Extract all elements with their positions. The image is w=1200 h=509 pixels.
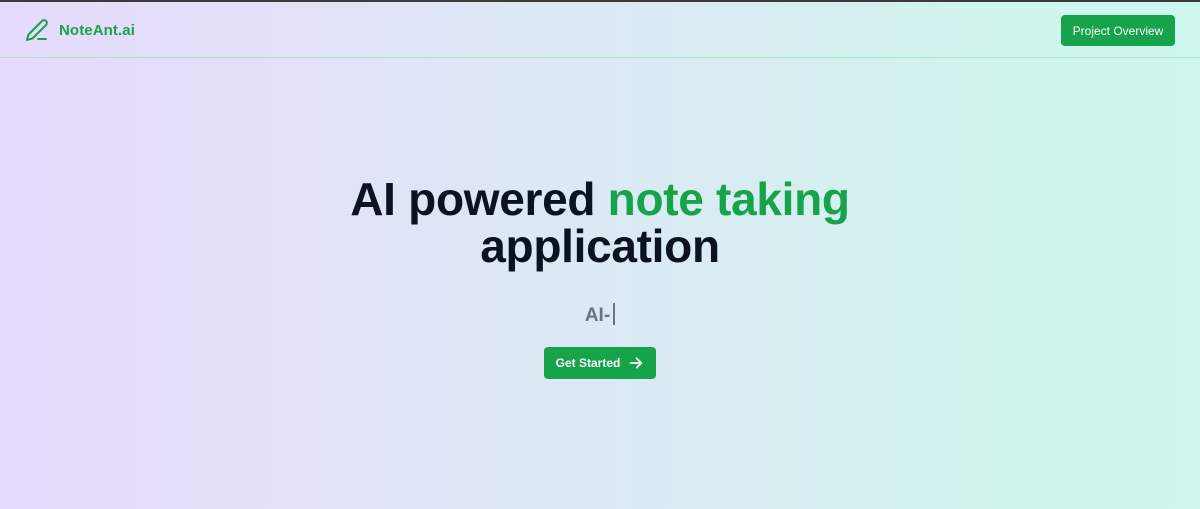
project-overview-button[interactable]: Project Overview — [1061, 15, 1175, 46]
hero-title: AI powered note taking application — [0, 176, 1200, 270]
typing-text-value: AI- — [584, 305, 611, 326]
typing-text: AI- — [0, 303, 1200, 327]
brand-name: NoteAnt.ai — [59, 21, 135, 39]
hero-title-part2: application — [480, 220, 720, 272]
typing-caret — [613, 303, 616, 325]
navbar: NoteAnt.ai Project Overview — [0, 2, 1200, 58]
hero-title-accent: note taking — [607, 173, 850, 225]
get-started-label: Get Started — [555, 356, 621, 370]
pencil-icon — [26, 19, 48, 41]
arrow-right-icon — [630, 357, 643, 369]
get-started-button[interactable]: Get Started — [544, 347, 656, 379]
brand-link[interactable]: NoteAnt.ai — [25, 18, 135, 42]
hero-title-part1: AI powered — [350, 173, 608, 225]
